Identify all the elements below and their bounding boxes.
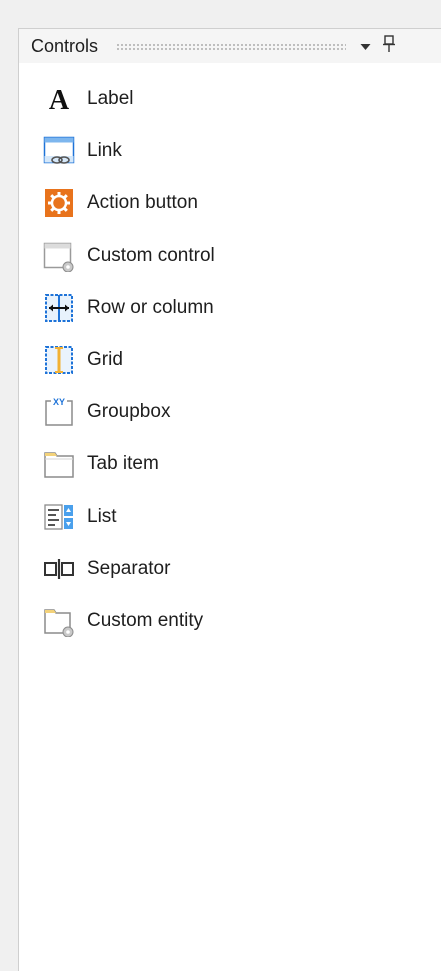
list-item-row-or-column[interactable]: Row or column (19, 282, 441, 334)
item-label: Link (87, 140, 122, 162)
pin-icon (383, 34, 396, 52)
item-label: Tab item (87, 453, 159, 475)
item-label: Separator (87, 557, 171, 579)
svg-text:XY: XY (53, 397, 65, 407)
controls-list: A Label Link Action button Custom contro… (19, 73, 441, 647)
controls-panel: Controls A Label Link Action button Cust… (18, 28, 441, 971)
list-item-label[interactable]: A Label (19, 73, 441, 125)
custom-control-icon (43, 240, 75, 272)
groupbox-icon: XY (43, 396, 75, 428)
list-item-separator[interactable]: Separator (19, 543, 441, 595)
label-a-icon: A (43, 83, 75, 115)
item-label: List (87, 505, 117, 527)
tab-item-icon (43, 448, 75, 480)
grid-icon (43, 344, 75, 376)
item-label: Custom control (87, 244, 215, 266)
list-item-grid[interactable]: Grid (19, 334, 441, 386)
separator-icon (43, 553, 75, 585)
list-item-tab-item[interactable]: Tab item (19, 438, 441, 490)
item-label: Grid (87, 349, 123, 371)
pin-button[interactable] (383, 34, 396, 58)
item-label: Label (87, 88, 134, 110)
list-item-list[interactable]: List (19, 491, 441, 543)
item-label: Groupbox (87, 401, 171, 423)
link-chain-icon (43, 135, 75, 167)
chevron-down-icon (360, 43, 371, 50)
action-gear-icon (43, 187, 75, 219)
list-item-groupbox[interactable]: XY Groupbox (19, 386, 441, 438)
drag-grip[interactable] (116, 42, 347, 50)
item-label: Action button (87, 192, 198, 214)
list-item-custom-control[interactable]: Custom control (19, 230, 441, 282)
panel-titlebar[interactable]: Controls (19, 29, 441, 63)
list-item-action-button[interactable]: Action button (19, 177, 441, 229)
list-item-link[interactable]: Link (19, 125, 441, 177)
list-icon (43, 501, 75, 533)
item-label: Row or column (87, 296, 214, 318)
svg-text:A: A (49, 85, 70, 115)
row-column-icon (43, 292, 75, 324)
panel-title: Controls (31, 35, 99, 56)
item-label: Custom entity (87, 609, 204, 631)
custom-entity-icon (43, 605, 75, 637)
list-item-custom-entity[interactable]: Custom entity (19, 595, 441, 647)
dropdown-button[interactable] (360, 39, 371, 54)
